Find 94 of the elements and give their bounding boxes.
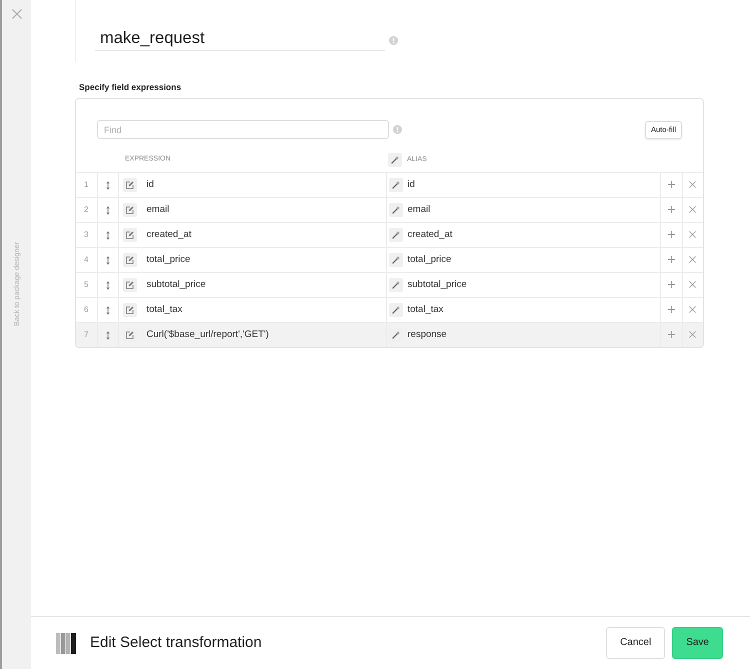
row-number: 6 xyxy=(83,304,90,316)
wand-button[interactable] xyxy=(388,278,402,292)
wand-button[interactable] xyxy=(388,252,402,267)
alias-text: total_tax xyxy=(408,304,444,315)
up-down-arrow-icon[interactable] xyxy=(106,306,110,314)
edit-button[interactable] xyxy=(122,178,136,192)
up-down-arrow-icon[interactable] xyxy=(106,206,110,214)
plus-icon xyxy=(668,306,674,314)
pencil-icon xyxy=(126,230,134,239)
wand-button[interactable] xyxy=(388,302,402,317)
plus-icon xyxy=(668,331,674,338)
edit-button[interactable] xyxy=(122,278,136,292)
up-down-arrow-icon[interactable] xyxy=(106,256,110,264)
close-icon xyxy=(689,331,696,338)
wand-icon xyxy=(392,230,400,239)
pencil-icon xyxy=(126,206,134,214)
add-row-button[interactable] xyxy=(668,306,674,314)
add-row-button[interactable] xyxy=(668,231,674,238)
row-number: 2 xyxy=(83,204,90,216)
expression-text: created_at xyxy=(146,228,192,240)
plus-icon xyxy=(668,256,674,264)
wand-icon xyxy=(392,256,400,264)
edit-button[interactable] xyxy=(122,202,136,217)
close-icon xyxy=(689,306,696,314)
wand-button[interactable] xyxy=(388,178,402,192)
edit-button[interactable] xyxy=(122,302,136,317)
cancel-button[interactable]: Cancel xyxy=(606,627,666,659)
wand-icon xyxy=(391,156,399,164)
plus-icon xyxy=(668,231,674,238)
expression-text: id xyxy=(146,178,154,190)
up-down-arrow-icon[interactable] xyxy=(106,230,110,240)
add-row-button[interactable] xyxy=(668,281,674,288)
row-number: 4 xyxy=(83,254,90,266)
expression-text: total_price xyxy=(146,254,190,265)
pencil-icon xyxy=(126,306,134,314)
wand-icon xyxy=(392,206,400,214)
add-row-button[interactable] xyxy=(668,331,674,338)
up-down-arrow-icon[interactable] xyxy=(106,280,110,290)
close-icon xyxy=(689,281,696,288)
close-icon xyxy=(689,181,696,188)
remove-row-button[interactable] xyxy=(689,331,696,338)
plus-icon xyxy=(668,206,674,214)
remove-row-button[interactable] xyxy=(689,256,696,264)
alias-text: subtotal_price xyxy=(408,278,467,290)
wand-button[interactable] xyxy=(388,202,402,217)
row-number: 1 xyxy=(83,179,90,191)
save-button[interactable]: Save xyxy=(672,627,723,659)
edit-button[interactable] xyxy=(122,228,136,242)
remove-row-button[interactable] xyxy=(689,306,696,314)
plus-icon xyxy=(668,181,674,188)
remove-row-button[interactable] xyxy=(689,181,696,188)
add-row-button[interactable] xyxy=(668,206,674,214)
footer-title: Edit Select transformation xyxy=(90,632,262,653)
remove-row-button[interactable] xyxy=(689,231,696,238)
columns-icon xyxy=(56,632,76,654)
wand-icon xyxy=(392,280,400,289)
close-icon xyxy=(12,9,22,19)
alias-text: created_at xyxy=(408,228,452,240)
wand-button[interactable] xyxy=(388,228,402,242)
pencil-icon xyxy=(126,180,134,189)
section-title: Specify field expressions xyxy=(79,82,182,93)
expression-text: email xyxy=(146,204,170,215)
row-number: 3 xyxy=(83,229,90,241)
info-icon xyxy=(393,125,402,134)
close-icon xyxy=(689,256,696,264)
alias-text: response xyxy=(408,328,447,340)
up-down-arrow-icon[interactable] xyxy=(106,180,110,190)
alias-text: email xyxy=(408,204,430,215)
close-icon xyxy=(689,231,696,238)
remove-row-button[interactable] xyxy=(689,281,696,288)
expression-text: Curl('$base_url/report','GET') xyxy=(146,328,269,340)
remove-row-button[interactable] xyxy=(689,206,696,214)
wand-icon xyxy=(392,180,400,189)
row-number: 7 xyxy=(83,329,90,341)
info-icon xyxy=(389,36,398,45)
add-row-button[interactable] xyxy=(668,256,674,264)
up-down-arrow-icon[interactable] xyxy=(106,330,110,340)
name-field[interactable]: make_request xyxy=(95,26,385,51)
alias-text: id xyxy=(408,178,415,190)
wand-icon xyxy=(392,330,400,339)
row-number: 5 xyxy=(83,279,90,291)
wand-icon xyxy=(392,306,400,314)
pencil-icon xyxy=(126,330,134,339)
add-row-button[interactable] xyxy=(668,181,674,188)
alias-text: total_price xyxy=(408,254,452,265)
pencil-icon xyxy=(126,280,134,289)
wand-button[interactable] xyxy=(388,152,402,167)
plus-icon xyxy=(668,281,674,288)
edit-button[interactable] xyxy=(122,252,136,267)
find-field[interactable]: Find xyxy=(97,120,389,139)
close-icon xyxy=(689,206,696,214)
expression-text: subtotal_price xyxy=(146,278,206,290)
expression-text: total_tax xyxy=(146,304,182,315)
pencil-icon xyxy=(126,256,134,264)
